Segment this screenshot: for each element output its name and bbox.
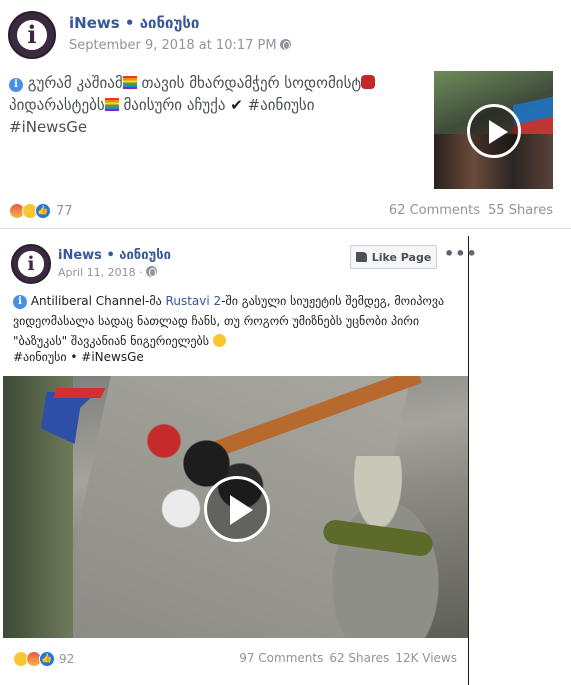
logo-streak <box>52 388 106 398</box>
info-logo-icon: i <box>16 19 48 51</box>
video-thumbnail[interactable] <box>434 71 553 189</box>
engagement-stats: 62 Comments 55 Shares <box>389 203 553 218</box>
post-text: i Antiliberal Channel-მა Rustavi 2-ში გა… <box>13 291 460 351</box>
post-1: i iNews • აინიუსი September 9, 2018 at 1… <box>0 0 571 228</box>
page-suffix[interactable]: აინიუსი <box>119 248 171 263</box>
comments-link[interactable]: 62 Comments <box>389 203 480 218</box>
like-reaction-icon: 👍 <box>35 203 51 219</box>
like-page-button[interactable]: Like Page <box>350 245 437 269</box>
page-name-link[interactable]: iNews • აინიუსი <box>58 248 171 263</box>
views-count: 12K Views <box>395 651 457 665</box>
reactions-summary[interactable]: 👍 92 <box>13 651 74 667</box>
ogre-emoji-icon <box>361 75 376 89</box>
info-logo-icon: i <box>18 251 44 277</box>
info-icon: i <box>9 78 23 92</box>
play-icon[interactable] <box>204 476 270 542</box>
like-page-label: Like Page <box>371 250 432 264</box>
post-meta: September 9, 2018 at 10:17 PM <box>69 38 291 53</box>
name-separator: • <box>124 14 135 32</box>
text-part: გურამ კაშიამ <box>27 74 123 92</box>
more-options-icon[interactable]: ••• <box>444 244 478 263</box>
text-part: მაისური აჩუქა <box>118 96 231 114</box>
laughing-emoji-icon <box>212 334 226 347</box>
page-suffix[interactable]: აინიუსი <box>140 14 200 32</box>
play-icon[interactable] <box>467 104 521 158</box>
page-name[interactable]: iNews <box>69 14 120 32</box>
post-meta: April 11, 2018 · <box>58 266 157 279</box>
timestamp-link[interactable]: September 9, 2018 at 10:17 PM <box>69 38 277 53</box>
shares-link[interactable]: 55 Shares <box>488 203 553 218</box>
page-name-link[interactable]: iNews • აინიუსი <box>69 14 199 32</box>
text-part: თავის მხარდამჭერ სოდომისტ <box>136 74 362 92</box>
reaction-count: 77 <box>56 203 73 219</box>
globe-icon <box>145 266 157 277</box>
name-separator: • <box>106 248 115 263</box>
text-part: Antiliberal Channel-მა <box>27 294 166 308</box>
hashtag-link[interactable]: #iNewsGe <box>9 118 87 136</box>
page-name[interactable]: iNews <box>58 248 102 263</box>
engagement-stats: 97 Comments 62 Shares 12K Views <box>239 651 457 665</box>
like-reaction-icon: 👍 <box>39 651 55 667</box>
page-avatar[interactable]: i <box>8 11 56 59</box>
channel-logo <box>41 388 106 450</box>
globe-icon <box>279 39 291 50</box>
post-divider <box>0 228 571 229</box>
info-icon: i <box>13 295 27 309</box>
page-avatar[interactable]: i <box>11 244 51 284</box>
rustavi-link[interactable]: Rustavi 2 <box>166 294 222 308</box>
check-mark-icon: ✔ <box>230 96 243 114</box>
frame-border <box>468 236 469 685</box>
hashtag-link[interactable]: #აინიუსი <box>243 96 315 114</box>
text-part: პიდარასტებს <box>9 96 105 114</box>
thumbs-up-icon <box>355 252 367 262</box>
reactions-summary[interactable]: 👍 77 <box>9 203 73 219</box>
logo-shape <box>41 392 97 444</box>
hashtags[interactable]: #აინიუსი • #iNewsGe <box>13 350 144 364</box>
timestamp-link[interactable]: April 11, 2018 · <box>58 266 143 279</box>
shares-link[interactable]: 62 Shares <box>329 651 389 665</box>
post-text: i გურამ კაშიამ თავის მხარდამჭერ სოდომისტ… <box>9 72 419 138</box>
comments-link[interactable]: 97 Comments <box>239 651 323 665</box>
video-player[interactable] <box>3 376 468 638</box>
rainbow-flag-icon <box>104 98 119 111</box>
reaction-count: 92 <box>59 652 75 666</box>
rainbow-flag-icon <box>122 76 137 89</box>
